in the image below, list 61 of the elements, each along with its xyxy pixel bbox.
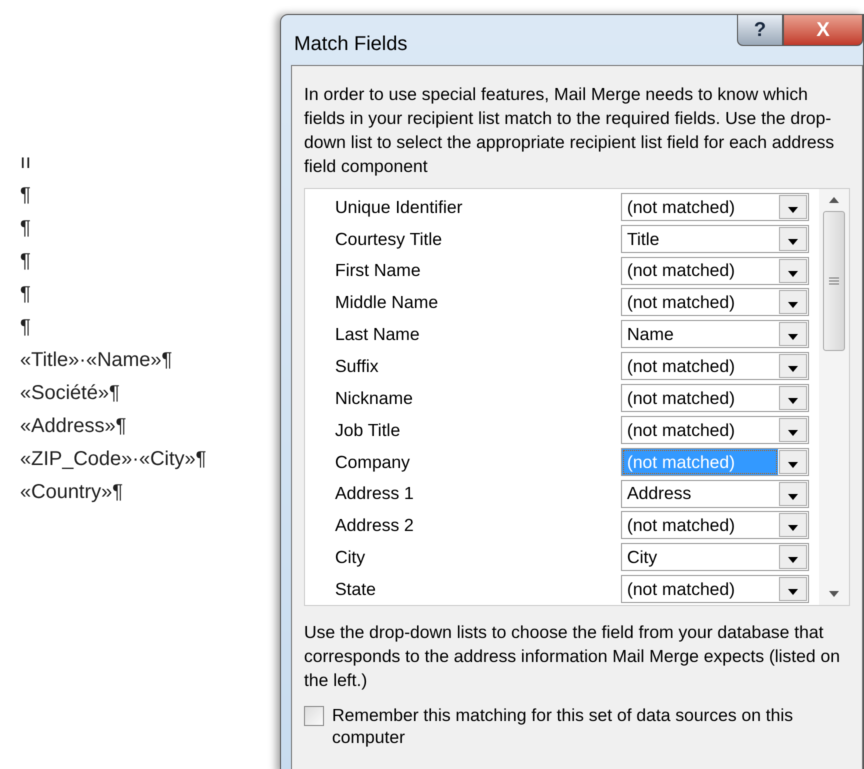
field-dropdown[interactable]: Address [621,480,809,508]
hint-text: Use the drop-down lists to choose the field from your database that corresponds to the address information Mail Merge expects (listed on the left.) [304,621,841,692]
scroll-down-icon[interactable] [829,591,839,597]
document-line: «ZIP_Code»·«City»¶ [20,447,206,472]
field-label: Nickname [335,386,414,410]
dropdown-value: Address [626,482,692,506]
dropdown-value: (not matched) [622,448,778,475]
document-line: «Address»¶ [20,414,126,439]
description-text: In order to use special features, Mail Merge needs to know which fields in your recipient list match to the required fields. Use the drop-down list to select the appropriate recipient list field for each address field component [304,83,836,178]
field-dropdown[interactable]: (not matched) [621,192,809,221]
field-dropdown[interactable]: City [621,543,809,572]
scrollbar[interactable] [819,189,849,605]
grip-icon [829,277,839,285]
field-dropdown[interactable]: (not matched) [621,288,809,316]
document-line: ¶ [20,183,31,208]
dropdown-value: (not matched) [626,291,736,314]
field-dropdown[interactable]: (not matched) [621,256,809,285]
field-dropdown[interactable]: (not matched) [621,575,809,604]
field-dropdown[interactable]: Name [621,320,809,348]
document-line: ¶ [20,249,31,274]
help-button[interactable]: ? [737,14,783,46]
dropdown-value: (not matched) [626,355,736,378]
checkbox[interactable] [304,706,324,726]
document-line: ıı [20,150,32,175]
field-label: Company [335,450,411,474]
window-title: Match Fields [294,32,408,57]
dropdown-value: (not matched) [626,514,736,538]
dropdown-value: (not matched) [626,386,736,410]
dropdown-value: (not matched) [626,259,736,282]
field-label: Address 2 [335,514,415,538]
document-line: «Société»¶ [20,381,120,406]
dropdown-value: (not matched) [626,196,736,219]
field-label: Courtesy Title [335,228,443,251]
dropdown-value: City [626,546,658,570]
field-dropdown[interactable]: (not matched) [621,352,809,380]
remember-label: Remember this matching for this set of data sources on this computer [332,704,794,748]
document-line: «Country»¶ [20,480,124,505]
field-label: State [335,578,377,601]
field-dropdown[interactable]: (not matched) [621,416,809,444]
remember-checkbox[interactable]: Remember this matching for this set of data sources on this computer [304,704,850,748]
field-dropdown[interactable]: (not matched) [621,384,809,412]
document-line: ¶ [20,216,31,241]
field-label: Last Name [335,323,421,346]
dropdown-value: Title [626,228,660,251]
field-label: Address 1 [335,482,415,506]
scroll-up-icon[interactable] [829,197,839,203]
document-line: ¶ [20,315,31,340]
field-label: First Name [335,259,422,282]
dropdown-value: (not matched) [626,418,736,442]
field-label: City [335,546,366,570]
field-label: Middle Name [335,291,440,314]
field-dropdown[interactable]: (not matched) [621,511,809,540]
field-label: Suffix [335,355,380,378]
field-label: Job Title [335,418,402,442]
field-label: Unique Identifier [335,196,464,219]
document-line: «Title»·«Name»¶ [20,348,172,373]
document-line: ¶ [20,282,31,307]
dropdown-value: Name [626,323,675,346]
dropdown-value: (not matched) [626,578,736,601]
scroll-thumb[interactable] [823,211,845,351]
field-dropdown[interactable]: Title [621,224,809,253]
